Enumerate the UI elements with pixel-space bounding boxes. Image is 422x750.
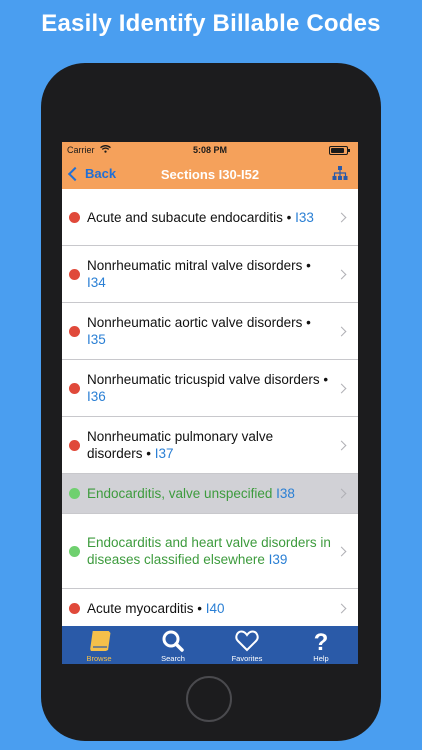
code-link[interactable]: I37 xyxy=(155,446,174,461)
list-item[interactable]: Nonrheumatic tricuspid valve disorders •… xyxy=(62,360,358,417)
question-icon: ? xyxy=(314,629,329,653)
list-item[interactable]: Nonrheumatic aortic valve disorders • I3… xyxy=(62,303,358,360)
app-screen: Carrier 5:08 PM Back Sections I30-I52 Ac… xyxy=(62,142,358,664)
chevron-right-icon xyxy=(336,326,347,336)
chevron-right-icon xyxy=(336,488,347,499)
code-link[interactable]: I36 xyxy=(87,389,106,404)
row-text: Endocarditis and heart valve disorders i… xyxy=(87,535,331,567)
code-link[interactable]: I38 xyxy=(276,486,295,501)
row-text: Acute myocarditis • I40 xyxy=(87,601,225,616)
chevron-right-icon xyxy=(336,546,347,556)
page-title: Sections I30-I52 xyxy=(160,167,260,182)
row-text: Nonrheumatic pulmonary valve disorders •… xyxy=(87,429,274,461)
list-item[interactable]: Endocarditis and heart valve disorders i… xyxy=(62,514,358,589)
code-list: Acute and subacute endocarditis • I33 No… xyxy=(62,189,358,629)
status-dot xyxy=(69,603,80,614)
tab-favorites[interactable]: Favorites xyxy=(210,626,284,664)
code-link[interactable]: I39 xyxy=(269,552,288,567)
battery-icon xyxy=(329,146,350,155)
list-item[interactable]: Nonrheumatic mitral valve disorders • I3… xyxy=(62,246,358,303)
code-link[interactable]: I35 xyxy=(87,332,106,347)
list-item[interactable]: Acute and subacute endocarditis • I33 xyxy=(62,189,358,246)
tab-bar: Browse Search Favorites ? Help xyxy=(62,626,358,664)
chevron-right-icon xyxy=(336,269,347,279)
status-dot xyxy=(69,325,80,337)
status-dot xyxy=(69,545,80,557)
home-button[interactable] xyxy=(186,676,232,722)
code-link[interactable]: I33 xyxy=(295,210,314,225)
row-text: Endocarditis, valve unspecified I38 xyxy=(87,486,295,501)
chevron-right-icon xyxy=(336,383,347,393)
status-dot xyxy=(69,488,80,499)
row-text: Nonrheumatic mitral valve disorders • I3… xyxy=(87,258,311,290)
hierarchy-icon[interactable] xyxy=(332,166,348,185)
chevron-right-icon xyxy=(336,440,347,450)
heart-icon xyxy=(235,630,259,652)
header: Carrier 5:08 PM Back Sections I30-I52 xyxy=(62,142,358,189)
book-icon xyxy=(90,631,111,651)
nav-bar: Back Sections I30-I52 xyxy=(62,160,358,189)
search-icon xyxy=(162,630,184,652)
headline: Easily Identify Billable Codes xyxy=(41,10,381,37)
status-dot xyxy=(69,211,80,223)
tab-help[interactable]: ? Help xyxy=(284,626,358,664)
tab-browse[interactable]: Browse xyxy=(62,626,136,664)
chevron-right-icon xyxy=(336,603,347,614)
status-time: 5:08 PM xyxy=(192,145,227,155)
row-text: Acute and subacute endocarditis • I33 xyxy=(87,209,314,225)
svg-text:?: ? xyxy=(314,629,329,653)
tab-label: Browse xyxy=(86,654,112,663)
row-text: Nonrheumatic aortic valve disorders • I3… xyxy=(87,315,311,347)
status-dot xyxy=(69,268,80,280)
tab-label: Favorites xyxy=(231,654,263,663)
list-item[interactable]: Nonrheumatic pulmonary valve disorders •… xyxy=(62,417,358,474)
status-bar: Carrier 5:08 PM xyxy=(62,142,358,158)
code-link[interactable]: I40 xyxy=(206,601,225,616)
status-dot xyxy=(69,439,80,451)
status-dot xyxy=(69,382,80,394)
list-item[interactable]: Acute myocarditis • I40 xyxy=(62,589,358,629)
code-link[interactable]: I34 xyxy=(87,275,106,290)
tab-label: Search xyxy=(161,654,185,663)
tab-search[interactable]: Search xyxy=(136,626,210,664)
tab-label: Help xyxy=(313,654,329,663)
list-item-selected[interactable]: Endocarditis, valve unspecified I38 xyxy=(62,474,358,514)
chevron-right-icon xyxy=(336,212,347,222)
row-text: Nonrheumatic tricuspid valve disorders •… xyxy=(87,372,329,404)
